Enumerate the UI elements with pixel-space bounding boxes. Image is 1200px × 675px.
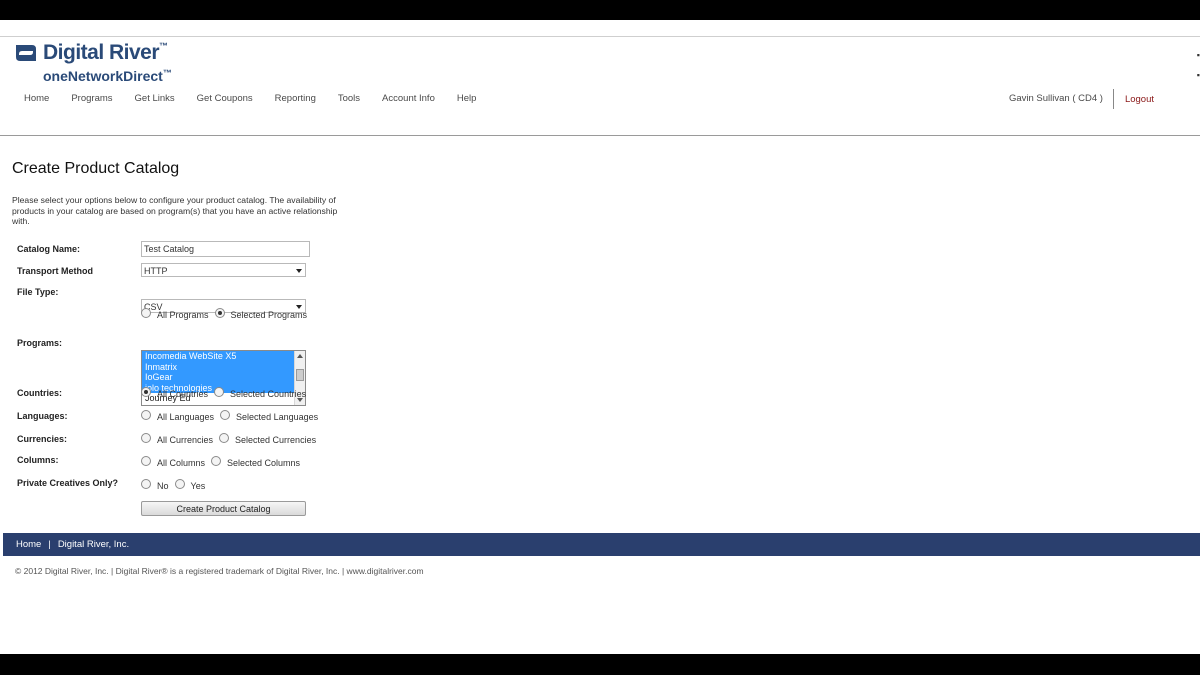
- footer-bar: Home | Digital River, Inc.: [3, 533, 1200, 556]
- selected-programs-label: Selected Programs: [230, 310, 308, 320]
- browser-viewport: Digital River™ oneNetworkDirect™ Home Pr…: [0, 20, 1200, 654]
- all-languages-label: All Languages: [157, 412, 215, 422]
- nav-help[interactable]: Help: [457, 93, 477, 104]
- all-columns-radio[interactable]: [141, 456, 151, 466]
- page-title: Create Product Catalog: [12, 160, 180, 177]
- footer-digital-river-link[interactable]: Digital River, Inc.: [58, 539, 129, 550]
- private-no-radio[interactable]: [141, 479, 151, 489]
- scroll-thumb[interactable]: [296, 369, 304, 381]
- catalog-name-label: Catalog Name:: [17, 244, 81, 254]
- selected-countries-label: Selected Countries: [230, 389, 307, 399]
- private-creatives-radio-group: No Yes: [141, 479, 211, 491]
- logout-link[interactable]: Logout: [1125, 94, 1154, 105]
- logo-product-text: oneNetworkDirect™: [43, 68, 172, 84]
- transport-method-label: Transport Method: [17, 266, 93, 276]
- selected-languages-label: Selected Languages: [236, 412, 319, 422]
- transport-method-select[interactable]: HTTP: [141, 263, 306, 277]
- nav-get-coupons[interactable]: Get Coupons: [197, 93, 253, 104]
- top-divider: [0, 36, 1200, 37]
- user-name: Gavin Sullivan ( CD4 ): [1009, 89, 1114, 109]
- catalog-form: Catalog Name: Test Catalog Transport Met…: [17, 241, 318, 516]
- program-option[interactable]: Inmatrix: [142, 361, 294, 373]
- footer-separator: |: [48, 539, 51, 550]
- scroll-up-icon[interactable]: [297, 354, 303, 358]
- all-countries-label: All Countries: [157, 389, 209, 399]
- all-currencies-radio[interactable]: [141, 433, 151, 443]
- all-currencies-label: All Currencies: [157, 435, 214, 445]
- all-programs-radio[interactable]: [141, 308, 151, 318]
- nav-home[interactable]: Home: [24, 93, 49, 104]
- nav-reporting[interactable]: Reporting: [275, 93, 316, 104]
- main-nav: Home Programs Get Links Get Coupons Repo…: [24, 93, 498, 104]
- private-no-label: No: [157, 481, 169, 491]
- catalog-name-input[interactable]: Test Catalog: [141, 241, 310, 257]
- private-creatives-label: Private Creatives Only?: [17, 478, 119, 488]
- nav-programs[interactable]: Programs: [71, 93, 112, 104]
- programs-radio-group: All Programs Selected Programs: [141, 308, 313, 320]
- copyright-text: © 2012 Digital River, Inc. | Digital Riv…: [15, 566, 424, 576]
- page-intro: Please select your options below to conf…: [12, 195, 338, 227]
- logo-brand-text: Digital River™: [43, 41, 168, 64]
- file-type-label: File Type:: [17, 287, 59, 297]
- transport-method-value: HTTP: [144, 266, 168, 276]
- header-divider: [0, 135, 1200, 136]
- footer-home-link[interactable]: Home: [16, 539, 41, 550]
- chevron-down-icon: [296, 305, 302, 309]
- selected-programs-radio[interactable]: [214, 308, 225, 318]
- selected-columns-radio[interactable]: [211, 456, 222, 466]
- all-languages-radio[interactable]: [141, 410, 151, 420]
- nav-account-info[interactable]: Account Info: [382, 93, 435, 104]
- program-option[interactable]: IoGear: [142, 372, 294, 383]
- program-option[interactable]: Incomedia WebSite X5: [142, 351, 294, 362]
- selected-columns-label: Selected Columns: [227, 458, 301, 468]
- selected-currencies-label: Selected Currencies: [235, 435, 317, 445]
- all-countries-radio[interactable]: [141, 387, 151, 397]
- programs-label: Programs:: [17, 338, 63, 348]
- languages-radio-group: All Languages Selected Languages: [141, 410, 324, 422]
- languages-label: Languages:: [17, 411, 68, 421]
- selected-currencies-radio[interactable]: [219, 433, 230, 443]
- all-columns-label: All Columns: [157, 458, 206, 468]
- private-yes-radio[interactable]: [174, 479, 185, 489]
- currencies-radio-group: All Currencies Selected Currencies: [141, 433, 322, 445]
- digital-river-logo-icon: [16, 45, 36, 61]
- create-product-catalog-button[interactable]: Create Product Catalog: [141, 501, 306, 516]
- selected-countries-radio[interactable]: [214, 387, 225, 397]
- nav-tools[interactable]: Tools: [338, 93, 360, 104]
- all-programs-label: All Programs: [157, 310, 209, 320]
- nav-get-links[interactable]: Get Links: [135, 93, 175, 104]
- columns-label: Columns:: [17, 455, 59, 465]
- currencies-label: Currencies:: [17, 434, 68, 444]
- user-area: Gavin Sullivan ( CD4 ) Logout: [1009, 89, 1154, 109]
- chevron-down-icon: [296, 269, 302, 273]
- columns-radio-group: All Columns Selected Columns: [141, 456, 306, 468]
- countries-label: Countries:: [17, 388, 62, 398]
- selected-languages-radio[interactable]: [220, 410, 231, 420]
- private-yes-label: Yes: [190, 481, 206, 491]
- countries-radio-group: All Countries Selected Countries: [141, 387, 312, 399]
